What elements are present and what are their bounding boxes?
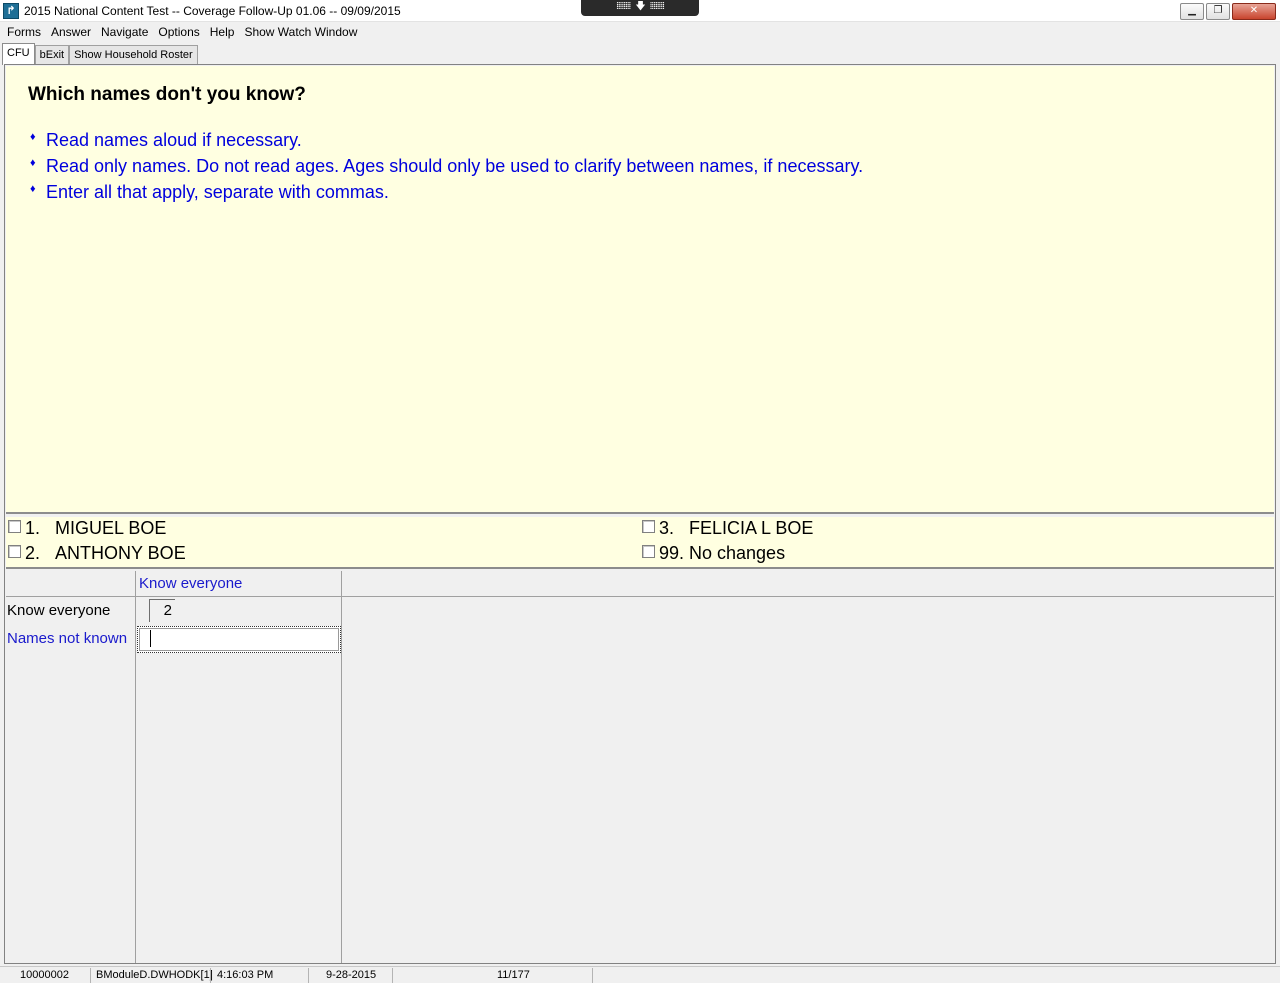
status-case-id: 10000002 [20, 969, 69, 981]
answer-label: No changes [689, 543, 786, 563]
menu-bar: Forms Answer Navigate Options Help Show … [0, 22, 1280, 42]
restore-button[interactable]: ❐ [1206, 3, 1230, 20]
menu-forms[interactable]: Forms [2, 22, 46, 42]
answer-label: MIGUEL BOE [55, 518, 167, 538]
instruction-text: Read names aloud if necessary. [46, 130, 302, 150]
instruction-text: Read only names. Do not read ages. Ages … [46, 156, 864, 176]
answer-options: 1. MIGUEL BOE 2. ANTHONY BOE 3. FELICIA L B… [6, 517, 1274, 569]
instruction-text: Enter all that apply, separate with comm… [46, 182, 389, 202]
question-text: Which names don't you know? [28, 84, 306, 105]
form-grid: Know everyone Know everyone 2 Names not … [6, 571, 1274, 963]
answer-label: FELICIA L BOE [689, 518, 814, 538]
grid-divider [341, 571, 342, 963]
diamond-bullet-icon: ♦ [30, 131, 36, 143]
instruction-item: ♦ Read only names. Do not read ages. Ages… [30, 156, 863, 177]
answer-option-3[interactable]: 3. FELICIA L BOE [642, 518, 813, 539]
diamond-bullet-icon: ♦ [30, 157, 36, 169]
status-bar: 10000002 BModuleD.DWHODK[1] 4:16:03 PM 9… [0, 966, 1280, 983]
answer-option-2[interactable]: 2. ANTHONY BOE [8, 543, 186, 564]
names-not-known-input[interactable] [137, 626, 341, 653]
status-time: 4:16:03 PM [210, 968, 308, 983]
row-label-know-everyone: Know everyone [7, 602, 111, 619]
main-panel: Which names don't you know? ♦ Read names … [4, 64, 1276, 964]
tab-show-household-roster[interactable]: Show Household Roster [69, 45, 198, 64]
instruction-item: ♦ Read names aloud if necessary. [30, 130, 302, 151]
answer-option-99[interactable]: 99. No changes [642, 543, 785, 564]
status-date: 9-28-2015 [308, 968, 392, 983]
checkbox[interactable] [8, 520, 21, 533]
question-pane: Which names don't you know? ♦ Read names … [6, 66, 1274, 514]
close-button[interactable]: ✕ [1232, 3, 1276, 20]
menu-navigate[interactable]: Navigate [96, 22, 153, 42]
tab-bexit[interactable]: bExit [34, 45, 70, 64]
checkbox[interactable] [8, 545, 21, 558]
status-empty-pane [592, 968, 1276, 983]
instruction-item: ♦ Enter all that apply, separate with com… [30, 182, 389, 203]
row-label-names-not-known: Names not known [7, 630, 128, 647]
window-title: 2015 National Content Test -- Coverage F… [24, 4, 401, 18]
know-everyone-value[interactable]: 2 [149, 599, 175, 622]
column-header: Know everyone [139, 575, 243, 592]
checkbox[interactable] [642, 545, 655, 558]
menu-show-watch-window[interactable]: Show Watch Window [239, 22, 362, 42]
answer-label: ANTHONY BOE [55, 543, 186, 563]
checkbox[interactable] [642, 520, 655, 533]
menu-answer[interactable]: Answer [46, 22, 96, 42]
remote-session-bar[interactable]: ⁞⁞⁞⁞⁞⁞⁞⁞ 🡇 ⁞⁞⁞⁞⁞⁞⁞⁞ [581, 0, 699, 16]
answer-option-1[interactable]: 1. MIGUEL BOE [8, 518, 166, 539]
tab-cfu[interactable]: CFU [2, 43, 35, 65]
grid-divider [6, 596, 1274, 597]
minimize-button[interactable]: ▁ [1180, 3, 1204, 20]
tab-strip: CFU bExit Show Household Roster [0, 42, 1280, 65]
menu-options[interactable]: Options [153, 22, 204, 42]
grid-divider [135, 571, 136, 963]
status-field: BModuleD.DWHODK[1] [90, 968, 213, 983]
diamond-bullet-icon: ♦ [30, 183, 36, 195]
status-page: 11/177 [392, 968, 592, 983]
menu-help[interactable]: Help [205, 22, 240, 42]
app-icon: ↱ [3, 3, 19, 19]
title-bar: ↱ 2015 National Content Test -- Coverage… [0, 0, 1280, 22]
